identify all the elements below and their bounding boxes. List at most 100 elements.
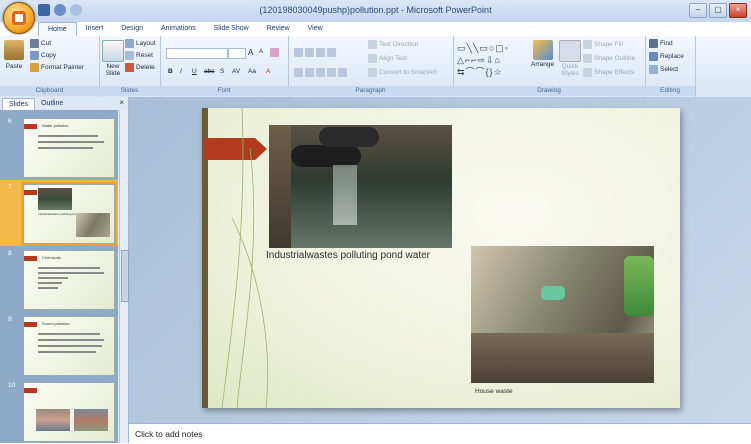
tab-animations[interactable]: Animations: [152, 22, 205, 36]
scrollbar-thumb[interactable]: [121, 250, 129, 302]
shadow-button[interactable]: S: [220, 68, 224, 75]
new-slide-button[interactable]: New Slide: [102, 40, 124, 77]
tab-slide-show[interactable]: Slide Show: [205, 22, 258, 36]
paint-bucket-icon: [583, 40, 592, 49]
paste-button[interactable]: Paste: [4, 40, 24, 70]
slide-thumbnail[interactable]: Chemicals: [23, 250, 115, 310]
slide-canvas: Industrialwastes polluting pond water Ho…: [129, 97, 751, 423]
minimize-button[interactable]: –: [689, 3, 707, 18]
close-button[interactable]: ×: [729, 3, 747, 18]
font-color-button[interactable]: A: [266, 68, 270, 75]
text-line: [38, 147, 93, 149]
slide-thumbnail[interactable]: [23, 382, 115, 442]
bullets-button[interactable]: [294, 48, 336, 57]
thumbnail-scrollbar[interactable]: [119, 110, 129, 443]
change-case-button[interactable]: Aa: [248, 68, 256, 75]
ribbon: Paste Cut Copy Format Painter Clipboard …: [0, 36, 751, 98]
tab-view[interactable]: View: [299, 22, 332, 36]
format-painter-button[interactable]: Format Painter: [30, 63, 84, 72]
text-line: [38, 277, 68, 279]
arrow-shape: [24, 190, 37, 195]
find-button[interactable]: Find: [649, 39, 673, 48]
tab-outline[interactable]: Outline: [35, 98, 69, 109]
tab-insert[interactable]: Insert: [77, 22, 113, 36]
text-line: [38, 339, 104, 341]
clear-format-button[interactable]: [270, 48, 279, 57]
maximize-button[interactable]: ▢: [709, 3, 727, 18]
rocks-shape: [471, 333, 654, 383]
smartart-button[interactable]: Convert to SmartArt: [368, 68, 436, 77]
delete-button[interactable]: Delete: [125, 63, 155, 72]
editing-group: Find Replace Select Editing: [645, 36, 696, 97]
delete-icon: [125, 63, 134, 72]
effects-icon: [583, 68, 592, 77]
thumb-title: Water pollution: [42, 123, 69, 128]
shape-fill-button[interactable]: Shape Fill: [583, 40, 623, 49]
eraser-icon: [270, 48, 279, 57]
tab-review[interactable]: Review: [258, 22, 299, 36]
align-buttons[interactable]: [294, 68, 347, 77]
layout-button[interactable]: Layout: [125, 39, 156, 48]
thumb-photo-1: [36, 409, 70, 431]
shapes-gallery[interactable]: ▭╲╲▭○▢◦ △⌐⌐⇨⇩⌂ ⇆⌒⌒{}☆: [457, 42, 529, 78]
bold-button[interactable]: B: [168, 68, 173, 75]
quick-styles-button[interactable]: Quick Styles: [559, 40, 581, 77]
arrow-shape: [24, 322, 37, 327]
pane-close-icon[interactable]: ×: [119, 98, 124, 107]
copy-button[interactable]: Copy: [30, 51, 56, 60]
slide-number: 10: [8, 382, 16, 389]
shape-outline-button[interactable]: Shape Outline: [583, 54, 635, 63]
thumb-photo-1: [38, 188, 72, 210]
arrange-button[interactable]: Arrange: [531, 40, 554, 68]
arrow-shape: [24, 256, 37, 261]
current-slide[interactable]: Industrialwastes polluting pond water Ho…: [202, 108, 680, 408]
replace-button[interactable]: Replace: [649, 52, 684, 61]
bag-shape: [624, 256, 654, 316]
notes-placeholder: Click to add notes: [135, 429, 203, 439]
text-direction-button[interactable]: Text Direction: [368, 40, 418, 49]
pane-tabs: Slides Outline: [2, 98, 69, 110]
select-button[interactable]: Select: [649, 65, 678, 74]
main-caption[interactable]: Industrialwastes polluting pond water: [266, 250, 430, 261]
thumb-title: Chemicals: [42, 255, 61, 260]
text-line: [38, 272, 104, 274]
char-spacing-button[interactable]: AV: [232, 68, 240, 75]
align-text-button[interactable]: Align Text: [368, 54, 407, 63]
text-line: [38, 287, 58, 289]
house-waste-photo[interactable]: [471, 246, 654, 383]
title-bar: (120198030049pushp)pollution.ppt - Micro…: [0, 0, 751, 22]
align-left-icon: [294, 68, 303, 77]
editing-label: Editing: [645, 86, 695, 96]
align-right-icon: [316, 68, 325, 77]
strikethrough-button[interactable]: abc: [204, 68, 214, 75]
tab-design[interactable]: Design: [112, 22, 152, 36]
slide-thumbnail[interactable]: Water pollution: [23, 118, 115, 178]
photo-caption[interactable]: House waste: [475, 388, 513, 395]
slide-thumbnail-selected[interactable]: Industrialwastes polluting pond water: [21, 182, 117, 246]
slides-pane: Slides Outline × 6 Water pollution 7 Ind…: [0, 97, 129, 443]
underline-button[interactable]: U: [192, 68, 197, 75]
industrial-waste-photo[interactable]: [269, 125, 452, 248]
text-line: [38, 351, 96, 353]
slides-label: Slides: [99, 86, 160, 96]
binoculars-icon: [649, 39, 658, 48]
quick-styles-icon: [559, 40, 581, 62]
drawing-group: ▭╲╲▭○▢◦ △⌐⌐⇨⇩⌂ ⇆⌒⌒{}☆ Arrange Quick Styles…: [453, 36, 646, 97]
arrow-shape: [24, 124, 37, 129]
grow-font-button[interactable]: A: [248, 48, 253, 57]
font-size-box[interactable]: [228, 48, 246, 59]
tab-slides[interactable]: Slides: [2, 98, 36, 110]
reset-button[interactable]: Reset: [125, 51, 153, 60]
thumb-list: 6 Water pollution 7 Industrialwastes pol…: [0, 110, 118, 443]
bullets-icon: [294, 48, 303, 57]
slide-thumbnail[interactable]: Sound pollution: [23, 316, 115, 376]
shape-effects-button[interactable]: Shape Effects: [583, 68, 634, 77]
office-button[interactable]: [3, 2, 35, 34]
shrink-font-button[interactable]: A: [259, 49, 263, 55]
paragraph-group: Text Direction Align Text Convert to Sma…: [288, 36, 454, 97]
notes-pane[interactable]: Click to add notes: [129, 423, 751, 444]
italic-button[interactable]: I: [180, 68, 182, 75]
tab-home[interactable]: Home: [38, 22, 77, 37]
cut-button[interactable]: Cut: [30, 39, 51, 48]
font-name-box[interactable]: [166, 48, 228, 59]
